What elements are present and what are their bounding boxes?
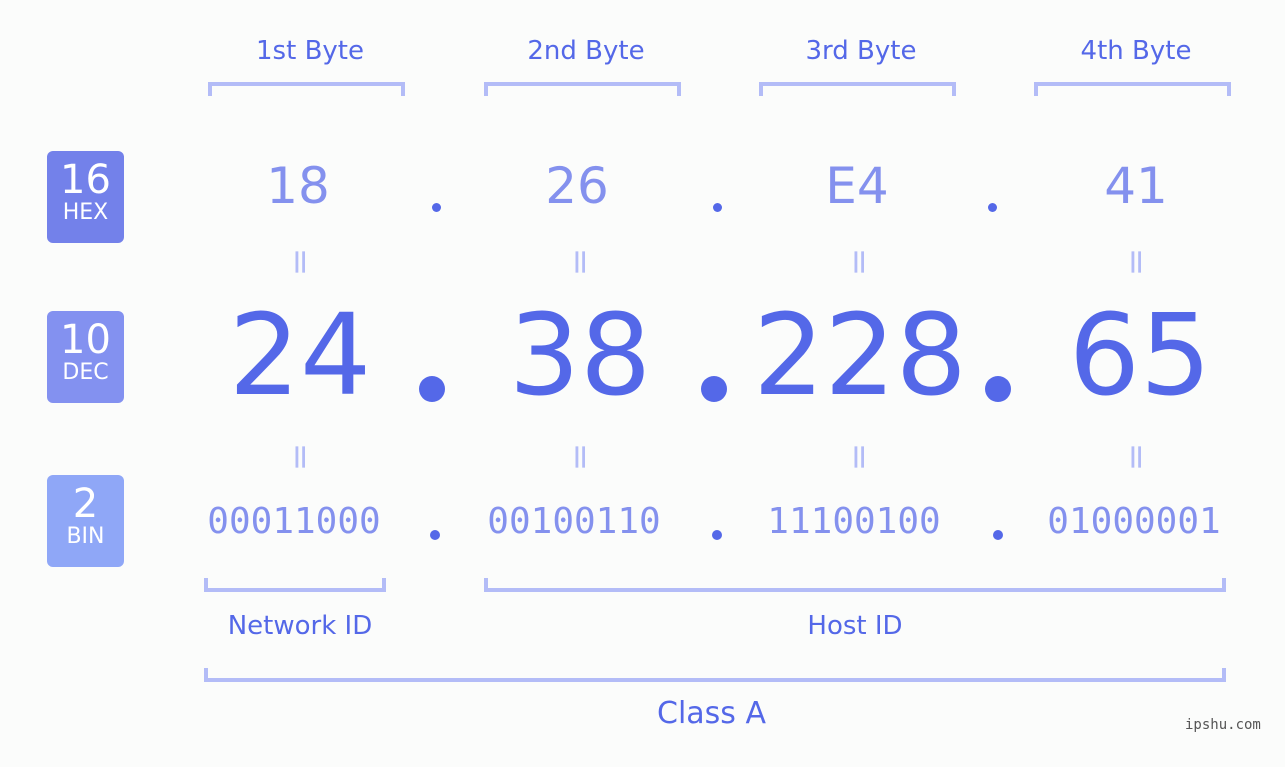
dec-value-4: 65 (1068, 291, 1212, 421)
byte-label-3: 3rd Byte (805, 36, 917, 66)
bin-value-1: 00011000 (207, 501, 381, 542)
equals-sign: = (280, 442, 320, 472)
bin-value-2: 00100110 (487, 501, 661, 542)
byte-label-1: 1st Byte (256, 36, 364, 66)
bin-badge: 2 BIN (47, 475, 124, 567)
hex-dot-3 (988, 203, 997, 212)
hex-value-1: 18 (266, 157, 330, 215)
equals-sign: = (1116, 247, 1156, 277)
dec-value-1: 24 (228, 291, 372, 421)
dec-base-number: 10 (60, 317, 111, 363)
class-label: Class A (657, 696, 766, 731)
byte-label-2: 2nd Byte (527, 36, 645, 66)
hex-value-4: 41 (1104, 157, 1168, 215)
equals-sign: = (839, 442, 879, 472)
dec-badge: 10 DEC (47, 311, 124, 403)
host-id-bracket (484, 578, 1226, 592)
bin-dot-2 (712, 530, 722, 540)
class-bracket (204, 668, 1226, 682)
equals-sign: = (839, 247, 879, 277)
equals-sign: = (560, 247, 600, 277)
watermark: ipshu.com (1185, 717, 1261, 733)
hex-value-3: E4 (825, 157, 889, 215)
hex-dot-2 (713, 203, 722, 212)
byte-bracket-2 (484, 82, 681, 96)
hex-badge: 16 HEX (47, 151, 124, 243)
equals-sign: = (280, 247, 320, 277)
bin-base-number: 2 (72, 481, 99, 527)
dec-dot-2 (701, 376, 727, 402)
equals-sign: = (560, 442, 600, 472)
hex-base-label: HEX (62, 200, 109, 225)
bin-value-3: 11100100 (767, 501, 941, 542)
dec-dot-3 (985, 376, 1011, 402)
dec-dot-1 (419, 376, 445, 402)
network-id-label: Network ID (227, 611, 373, 641)
bin-dot-3 (993, 530, 1003, 540)
bin-dot-1 (430, 530, 440, 540)
dec-base-label: DEC (62, 360, 109, 385)
host-id-label: Host ID (807, 611, 903, 641)
network-id-bracket (204, 578, 386, 592)
dec-value-3: 228 (753, 291, 967, 421)
hex-base-number: 16 (60, 157, 111, 203)
byte-bracket-3 (759, 82, 956, 96)
bin-value-4: 01000001 (1047, 501, 1221, 542)
dec-value-2: 38 (508, 291, 652, 421)
bin-base-label: BIN (66, 524, 105, 549)
equals-sign: = (1116, 442, 1156, 472)
byte-label-4: 4th Byte (1080, 36, 1192, 66)
byte-bracket-4 (1034, 82, 1231, 96)
byte-bracket-1 (208, 82, 405, 96)
hex-value-2: 26 (545, 157, 609, 215)
hex-dot-1 (432, 203, 441, 212)
